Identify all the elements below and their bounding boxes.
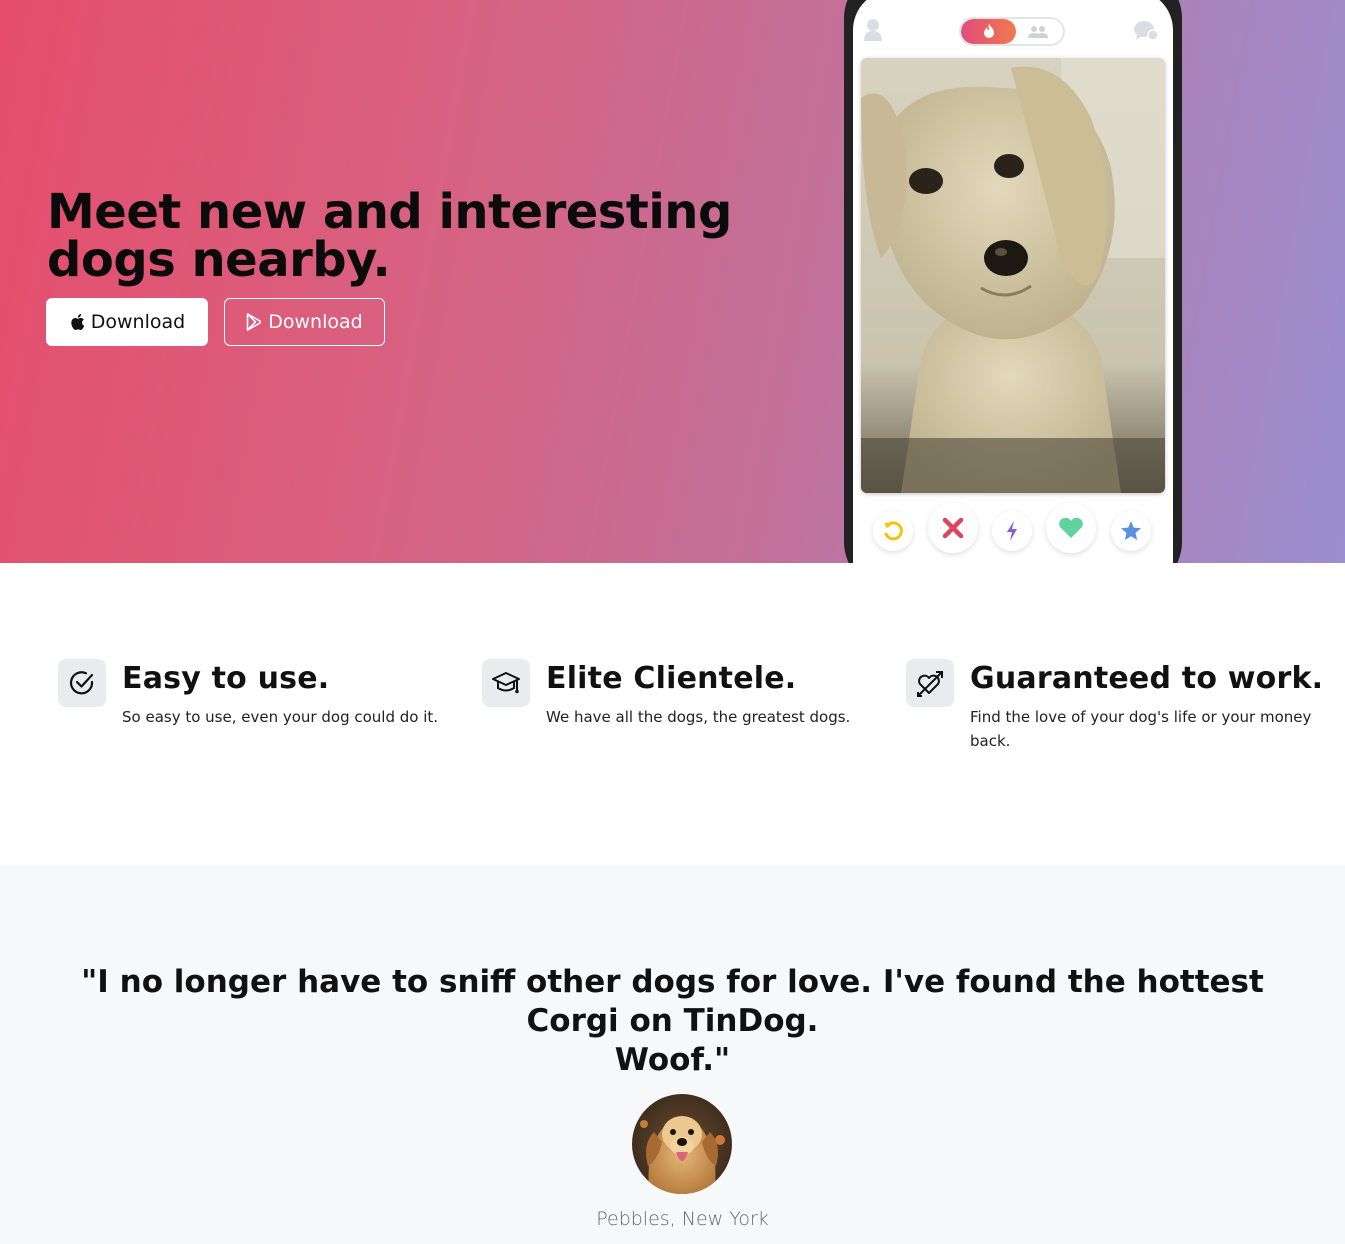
testimonial-section: "I no longer have to sniff other dogs fo… — [0, 865, 1345, 1244]
chat-icon — [1133, 20, 1159, 47]
apple-icon — [69, 313, 85, 331]
super-like-icon[interactable] — [1111, 511, 1151, 551]
testimonial-author: Pebbles, New York — [596, 1208, 769, 1230]
feature-title: Guaranteed to work. — [970, 661, 1324, 696]
google-play-icon — [246, 313, 262, 331]
feature-description: So easy to use, even your dog could do i… — [122, 708, 439, 726]
google-play-download-button[interactable]: Download — [224, 298, 385, 346]
rewind-icon[interactable] — [873, 511, 913, 551]
like-icon[interactable] — [1046, 503, 1096, 553]
app-store-download-label: Download — [90, 311, 186, 333]
avatar — [632, 1094, 732, 1194]
boost-icon[interactable] — [992, 511, 1032, 551]
group-icon — [1023, 23, 1053, 40]
feature-description-line1: Find the love of your dog's life or your… — [970, 708, 1312, 726]
swipe-actions — [853, 503, 1173, 556]
google-play-download-label: Download — [268, 311, 363, 333]
mode-toggle — [959, 17, 1065, 46]
heart-arrow-icon — [906, 659, 954, 707]
features-section: Easy to use. So easy to use, even your d… — [0, 563, 1345, 865]
feature-description: Find the love of your dog's life or your… — [970, 705, 1311, 753]
app-store-download-button[interactable]: Download — [46, 298, 208, 346]
nope-icon[interactable] — [928, 503, 978, 553]
feature-description: We have all the dogs, the greatest dogs. — [546, 708, 851, 726]
testimonial-quote-line1: "I no longer have to sniff other dogs fo… — [81, 964, 1264, 1039]
feature-description-line2: back. — [970, 732, 1011, 750]
testimonial-quote: "I no longer have to sniff other dogs fo… — [40, 963, 1305, 1080]
profile-icon — [863, 18, 883, 47]
flame-icon — [961, 19, 1016, 44]
hero-title: Meet new and interesting dogs nearby. — [47, 188, 747, 284]
check-circle-icon — [58, 659, 106, 707]
hero-title-line2: dogs nearby. — [47, 232, 391, 288]
hero-section: Meet new and interesting dogs nearby. Do… — [0, 0, 1345, 563]
dog-profile-photo — [861, 58, 1165, 493]
testimonial-quote-line2: Woof." — [614, 1042, 731, 1078]
graduation-cap-icon — [482, 659, 530, 707]
feature-title: Elite Clientele. — [546, 661, 797, 696]
phone-screen — [853, 0, 1173, 563]
phone-mockup — [844, 0, 1182, 563]
feature-title: Easy to use. — [122, 661, 330, 696]
